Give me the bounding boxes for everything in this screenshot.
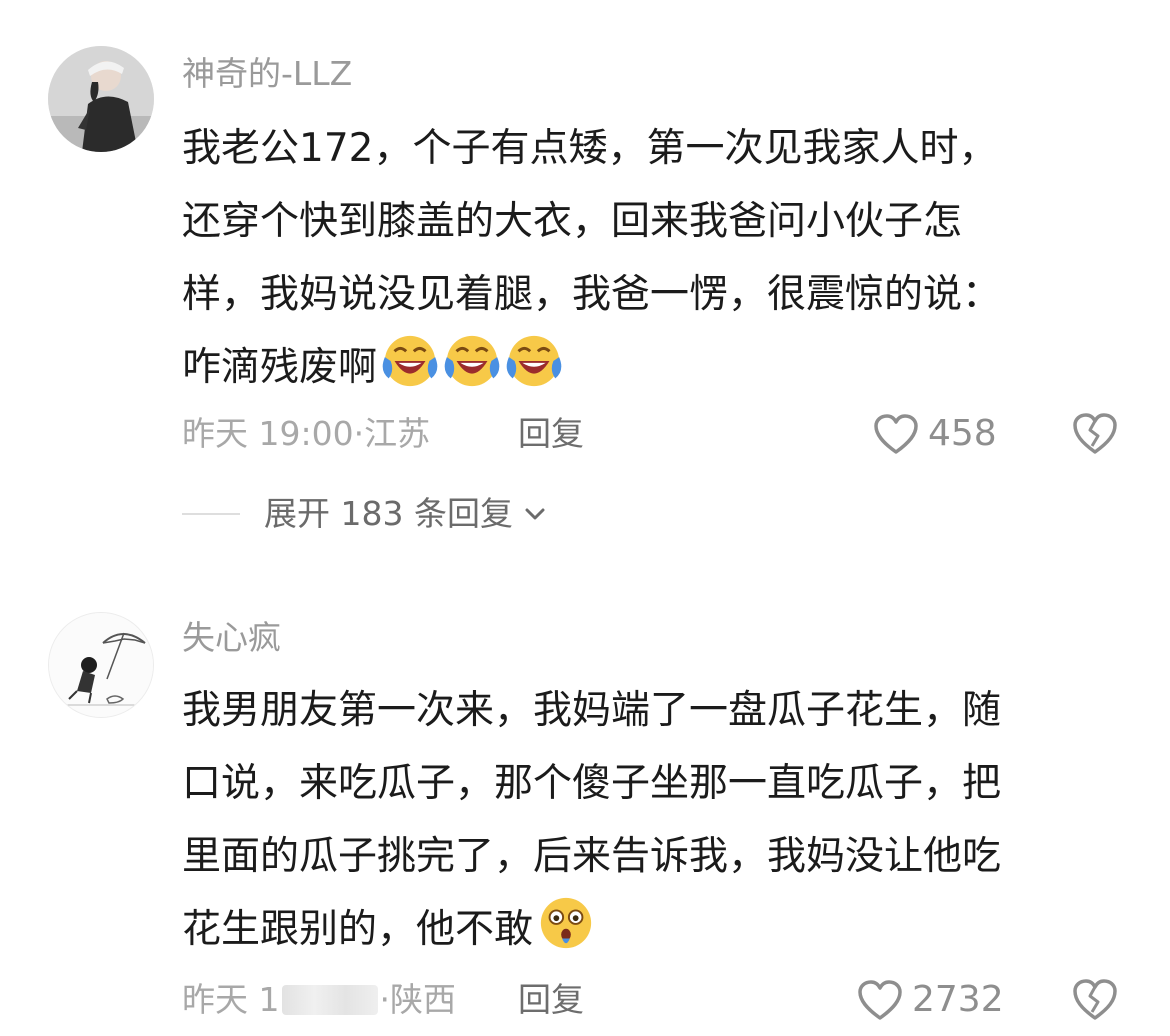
like-count: 458 [928,413,997,454]
comment-line-text: 花生跟别的，他不敢 [182,907,534,952]
comment-line: 还穿个快到膝盖的大衣，回来我爸问小伙子怎 [182,199,963,244]
like-button[interactable]: 458 [872,412,997,456]
reply-button[interactable]: 回复 [518,414,584,454]
comment-line-last: 咋滴残废啊 [182,331,1122,404]
divider [182,513,240,515]
username[interactable]: 神奇的-LLZ [182,54,352,94]
expand-replies-label: 展开 183 条回复 [264,494,513,533]
avatar-photo-icon [48,46,154,152]
comment-meta: 昨天 1 ·陕西 [182,980,456,1019]
heart-icon [858,980,902,1020]
comment-line: 我老公172，个子有点矮，第一次见我家人时， [182,126,998,171]
broken-heart-icon[interactable] [1070,410,1120,456]
expand-replies-button[interactable]: 展开 183 条回复 [182,494,547,534]
broken-heart-icon[interactable] [1070,976,1120,1022]
timestamp: 昨天 19:00 [182,414,354,453]
comment-list: 神奇的-LLZ 我老公172，个子有点矮，第一次见我家人时， 还穿个快到膝盖的大… [0,0,1170,1036]
comment-line: 我男朋友第一次来，我妈端了一盘瓜子花生，随 [182,688,1002,733]
like-count: 2732 [912,979,1004,1020]
comment-text: 我男朋友第一次来，我妈端了一盘瓜子花生，随 口说，来吃瓜子，那个傻子坐那一直吃瓜… [182,674,1122,966]
comment-line: 里面的瓜子挑完了，后来告诉我，我妈没让他吃 [182,834,1002,879]
comment-line: 口说，来吃瓜子，那个傻子坐那一直吃瓜子，把 [182,761,1002,806]
heart-icon [874,414,918,454]
comment-meta: 昨天 19:00·江苏 [182,414,431,453]
timestamp: 昨天 1 [182,980,280,1019]
avatar[interactable] [48,612,154,718]
like-button[interactable]: 2732 [856,978,1004,1022]
chevron-down-icon [525,508,545,520]
crying-laughing-emoji-icon [506,335,562,387]
redacted-mask [281,985,378,1015]
comment-line-last: 花生跟别的，他不敢 [182,893,1122,966]
username[interactable]: 失心疯 [182,618,281,658]
avatar[interactable] [48,46,154,152]
crying-laughing-emoji-icon [382,335,438,387]
location: 江苏 [364,414,431,453]
shocked-emoji-icon [540,897,592,949]
location: 陕西 [390,980,456,1019]
avatar-sketch-icon [49,613,153,717]
comment-line: 样，我妈说没见着腿，我爸一愣，很震惊的说： [182,272,1002,317]
comment-line-text: 咋滴残废啊 [182,345,378,390]
comment-text: 我老公172，个子有点矮，第一次见我家人时， 还穿个快到膝盖的大衣，回来我爸问小… [182,112,1122,404]
reply-button[interactable]: 回复 [518,980,584,1020]
crying-laughing-emoji-icon [444,335,500,387]
